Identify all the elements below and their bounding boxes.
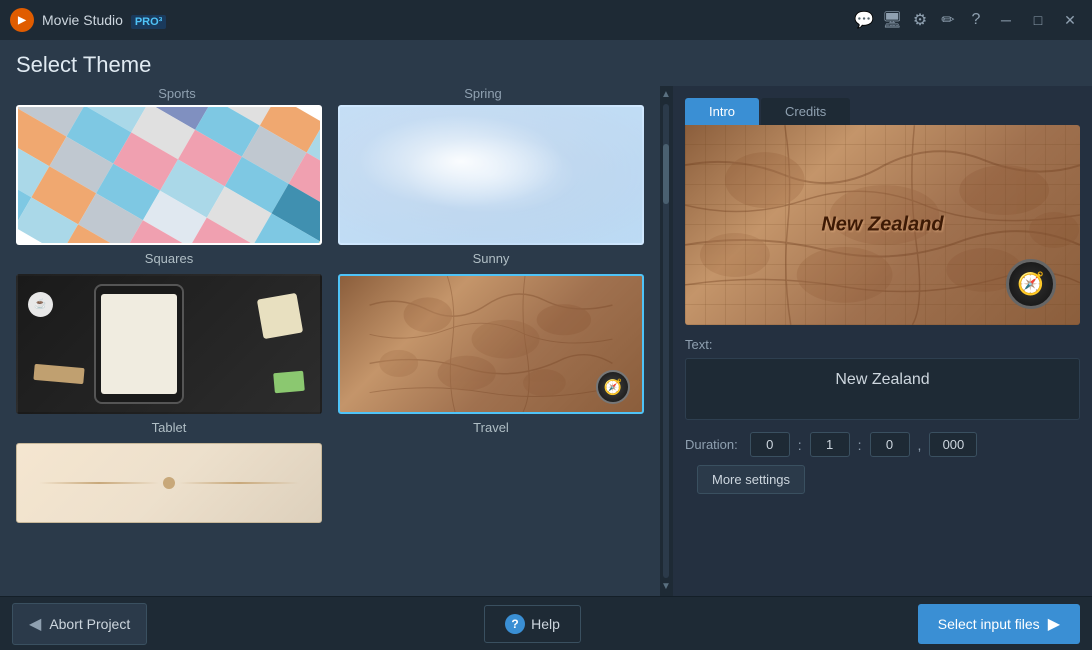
chat-icon[interactable]: 💬: [854, 10, 874, 30]
duration-milliseconds[interactable]: [929, 432, 977, 457]
duration-sep-3: ,: [918, 437, 922, 453]
theme-thumb-sunny: [338, 105, 644, 245]
preview-compass-icon: 🧭: [1006, 259, 1056, 309]
app-logo: ▶: [10, 8, 34, 32]
preview-tabs: Intro Credits: [673, 86, 1092, 125]
theme-label-travel: Travel: [473, 420, 509, 435]
titlebar: ▶ Movie Studio PRO³ 💬 🖥 ⚙ ✏ ? ─ □ ✕: [0, 0, 1092, 40]
theme-panel: Sports Spring: [0, 86, 672, 596]
brush-icon[interactable]: ✏: [938, 10, 958, 30]
scroll-up-arrow[interactable]: ▲: [661, 90, 671, 100]
duration-row: Duration: : : ,: [673, 420, 1092, 465]
close-button[interactable]: ✕: [1058, 8, 1082, 32]
bottom-bar: ◀ Abort Project ? Help Select input file…: [0, 596, 1092, 650]
tab-credits[interactable]: Credits: [761, 98, 850, 125]
page-title: Select Theme: [16, 52, 1076, 78]
theme-row-2: ☕ Tablet: [16, 274, 644, 435]
theme-label-squares: Squares: [145, 251, 193, 266]
help-icon[interactable]: ?: [966, 11, 986, 29]
theme-item-tablet[interactable]: ☕ Tablet: [16, 274, 322, 435]
settings-icon[interactable]: ⚙: [910, 10, 930, 30]
select-input-files-button[interactable]: Select input files ▶: [918, 604, 1080, 644]
preview-panel: Intro Credits: [672, 86, 1092, 596]
select-files-label: Select input files: [938, 616, 1040, 632]
theme-item-squares[interactable]: Squares: [16, 105, 322, 266]
theme-item-wedding[interactable]: [16, 443, 322, 523]
select-files-arrow-icon: ▶: [1048, 614, 1060, 634]
spring-label: Spring: [338, 86, 628, 101]
duration-sep-2: :: [858, 437, 862, 453]
text-input[interactable]: New Zealand: [685, 358, 1080, 420]
preview-image: New Zealand 🧭: [685, 125, 1080, 325]
more-settings-button[interactable]: More settings: [697, 465, 805, 494]
theme-thumb-wedding: [16, 443, 322, 523]
abort-project-label: Abort Project: [49, 616, 130, 632]
scroll-thumb[interactable]: [663, 144, 669, 204]
duration-seconds[interactable]: [870, 432, 910, 457]
sports-label: Sports: [32, 86, 322, 101]
theme-item-travel[interactable]: 🧭 Travel: [338, 274, 644, 435]
theme-scroll-area[interactable]: Sports Spring: [0, 86, 660, 596]
duration-hours[interactable]: [750, 432, 790, 457]
tab-intro[interactable]: Intro: [685, 98, 759, 125]
scroll-down-arrow[interactable]: ▼: [661, 582, 671, 592]
abort-project-button[interactable]: ◀ Abort Project: [12, 603, 147, 645]
maximize-button[interactable]: □: [1026, 8, 1050, 32]
help-label: Help: [531, 616, 560, 632]
theme-label-tablet: Tablet: [152, 420, 187, 435]
monitor-icon[interactable]: 🖥: [882, 10, 902, 30]
theme-thumb-squares: [16, 105, 322, 245]
window-controls: 💬 🖥 ⚙ ✏ ? ─ □ ✕: [854, 8, 1082, 32]
theme-row-1: Squares Sunny: [16, 105, 644, 266]
theme-item-sunny[interactable]: Sunny: [338, 105, 644, 266]
duration-label: Duration:: [685, 437, 738, 452]
app-title: Movie Studio PRO³: [42, 12, 854, 28]
scroll-thumb-track[interactable]: [663, 104, 669, 578]
theme-label-sunny: Sunny: [473, 251, 510, 266]
scrollbar-track: ▲ ▼: [660, 86, 672, 596]
theme-thumb-travel: 🧭: [338, 274, 644, 414]
theme-row-3: [16, 443, 644, 523]
preview-panel-bottom: More settings: [673, 465, 1092, 506]
abort-arrow-icon: ◀: [29, 614, 41, 634]
preview-text-overlay: New Zealand: [821, 214, 943, 237]
partial-labels: Sports Spring: [16, 86, 644, 105]
minimize-button[interactable]: ─: [994, 8, 1018, 32]
text-field-label: Text:: [673, 325, 1092, 358]
empty-slot: [338, 443, 644, 523]
theme-thumb-tablet: ☕: [16, 274, 322, 414]
bottom-center: ? Help: [147, 605, 917, 643]
main-content: Sports Spring: [0, 86, 1092, 596]
preview-panel-inner: Intro Credits: [673, 86, 1092, 596]
help-circle-icon: ?: [505, 614, 525, 634]
duration-sep-1: :: [798, 437, 802, 453]
duration-minutes[interactable]: [810, 432, 850, 457]
help-button[interactable]: ? Help: [484, 605, 581, 643]
page-header: Select Theme: [0, 40, 1092, 86]
